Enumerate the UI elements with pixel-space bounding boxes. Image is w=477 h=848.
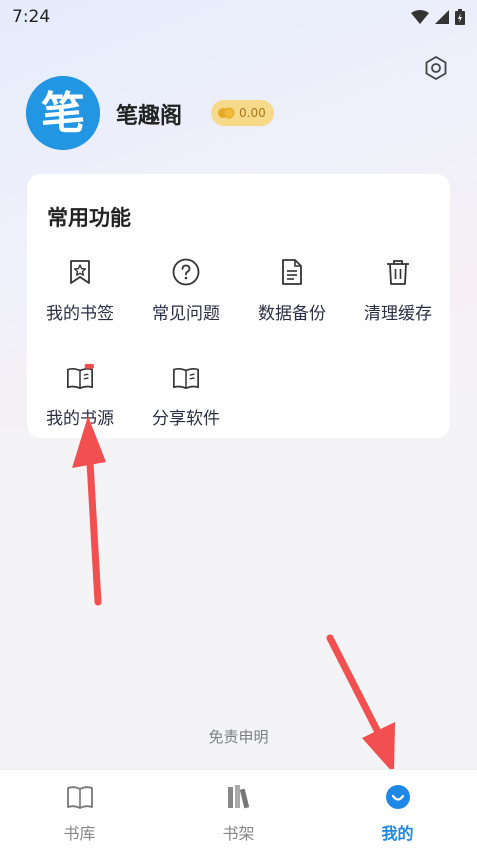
coin-badge[interactable]: 0.00 [211, 100, 274, 126]
bookmarks-label: 我的书签 [46, 304, 114, 324]
clear-cache-item[interactable]: 清理缓存 [345, 258, 451, 338]
share-app-item[interactable]: 分享软件 [133, 363, 239, 443]
tab-bookshelf[interactable]: 书架 [159, 770, 318, 848]
document-icon [278, 258, 306, 286]
faq-item[interactable]: 常见问题 [133, 258, 239, 338]
profile-icon [384, 783, 412, 811]
backup-item[interactable]: 数据备份 [239, 258, 345, 338]
card-title: 常用功能 [47, 206, 131, 230]
signal-icon [435, 10, 449, 24]
coin-icon [218, 107, 235, 119]
question-icon [172, 258, 200, 286]
book-open-icon [172, 363, 200, 391]
arrow-to-book-source [72, 416, 106, 606]
bookmark-icon [66, 258, 94, 286]
book-source-icon [66, 363, 94, 391]
share-app-label: 分享软件 [152, 409, 220, 429]
tab-mine[interactable]: 我的 [318, 770, 477, 848]
backup-label: 数据备份 [258, 304, 326, 324]
tab-library-label: 书库 [63, 824, 96, 843]
trash-icon [384, 258, 412, 286]
gear-icon [425, 56, 447, 80]
arrow-to-mine-tab [326, 634, 395, 774]
app-name: 笔趣阁 [116, 104, 183, 129]
tab-library[interactable]: 书库 [0, 770, 159, 848]
wifi-icon [411, 10, 429, 24]
faq-label: 常见问题 [152, 304, 220, 324]
book-icon [66, 783, 94, 811]
common-functions-card: 常用功能 我的书签 常见问题 数据备份 清理缓存 我的书源 分享软件 [27, 174, 450, 438]
status-time: 7:24 [12, 7, 51, 27]
bookmarks-item[interactable]: 我的书签 [27, 258, 133, 338]
tab-bookshelf-label: 书架 [222, 824, 255, 843]
clear-cache-label: 清理缓存 [364, 304, 432, 324]
avatar-char: 笔 [41, 88, 85, 139]
battery-icon [455, 9, 465, 25]
bookshelf-icon [225, 783, 253, 811]
bottom-tab-bar: 书库 书架 我的 [0, 769, 477, 848]
app-logo: 笔 [26, 76, 100, 150]
coin-value: 0.00 [239, 106, 266, 120]
avatar[interactable]: 笔 [26, 76, 100, 150]
tab-mine-label: 我的 [381, 824, 414, 843]
status-icons [411, 9, 465, 25]
book-source-label: 我的书源 [46, 409, 114, 429]
status-bar: 7:24 [0, 0, 477, 34]
disclaimer-link[interactable]: 免责申明 [0, 726, 477, 747]
settings-button[interactable] [421, 53, 451, 83]
book-source-item[interactable]: 我的书源 [27, 363, 133, 443]
